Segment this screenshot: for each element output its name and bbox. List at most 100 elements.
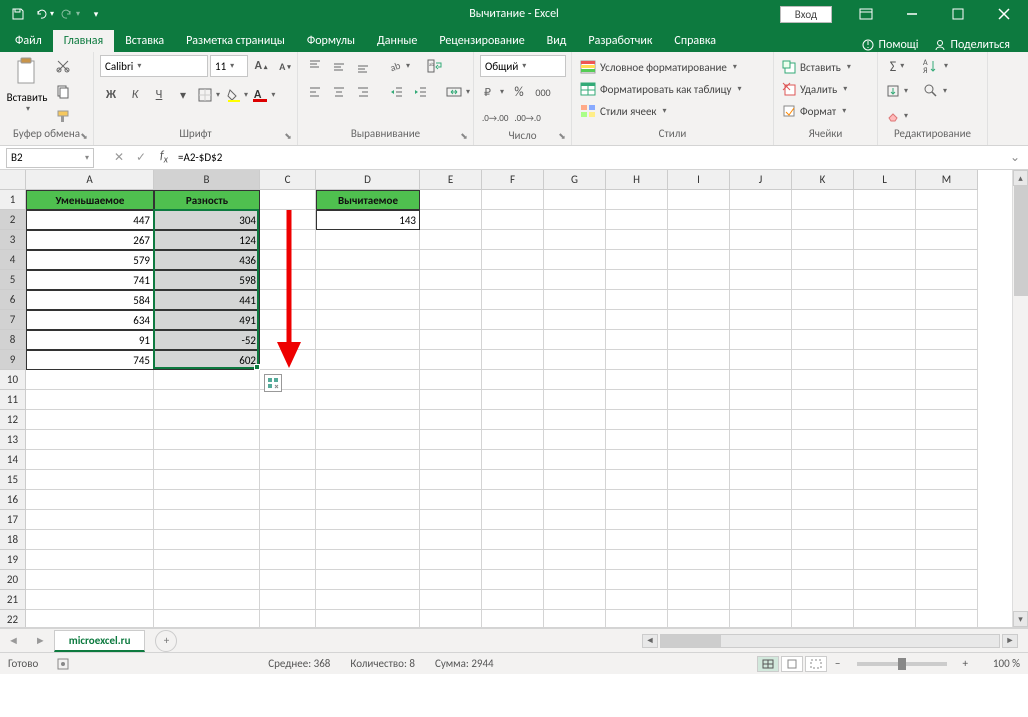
- cell-D14[interactable]: [316, 450, 420, 470]
- cell-styles-button[interactable]: Стили ячеек▾: [578, 101, 669, 121]
- cell-C18[interactable]: [260, 530, 316, 550]
- cell-M12[interactable]: [916, 410, 978, 430]
- zoom-out-icon[interactable]: −: [829, 657, 846, 670]
- cell-J7[interactable]: [730, 310, 792, 330]
- cell-H8[interactable]: [606, 330, 668, 350]
- cell-M21[interactable]: [916, 590, 978, 610]
- col-header-K[interactable]: K: [792, 170, 854, 190]
- cell-H3[interactable]: [606, 230, 668, 250]
- cell-L13[interactable]: [854, 430, 916, 450]
- cell-L5[interactable]: [854, 270, 916, 290]
- cell-D10[interactable]: [316, 370, 420, 390]
- cell-J8[interactable]: [730, 330, 792, 350]
- cell-B22[interactable]: [154, 610, 260, 628]
- cell-B14[interactable]: [154, 450, 260, 470]
- cell-F8[interactable]: [482, 330, 544, 350]
- cell-B19[interactable]: [154, 550, 260, 570]
- cell-E1[interactable]: [420, 190, 482, 210]
- cell-H14[interactable]: [606, 450, 668, 470]
- new-sheet-icon[interactable]: +: [155, 630, 177, 652]
- cell-E6[interactable]: [420, 290, 482, 310]
- cell-D6[interactable]: [316, 290, 420, 310]
- cell-I11[interactable]: [668, 390, 730, 410]
- cell-A11[interactable]: [26, 390, 154, 410]
- cell-K7[interactable]: [792, 310, 854, 330]
- cell-H11[interactable]: [606, 390, 668, 410]
- view-pagelayout-icon[interactable]: [781, 656, 803, 672]
- cell-A8[interactable]: 91: [26, 330, 154, 350]
- cell-H18[interactable]: [606, 530, 668, 550]
- row-header-15[interactable]: 15: [0, 470, 26, 490]
- cell-D9[interactable]: [316, 350, 420, 370]
- cell-E9[interactable]: [420, 350, 482, 370]
- tab-data[interactable]: Данные: [366, 30, 428, 52]
- copy-icon[interactable]: [52, 80, 74, 102]
- cell-L10[interactable]: [854, 370, 916, 390]
- sheet-nav-prev-icon[interactable]: ◄: [0, 634, 27, 647]
- cell-E14[interactable]: [420, 450, 482, 470]
- italic-button[interactable]: К: [124, 84, 146, 106]
- cell-J17[interactable]: [730, 510, 792, 530]
- cell-J16[interactable]: [730, 490, 792, 510]
- cell-L18[interactable]: [854, 530, 916, 550]
- cell-F22[interactable]: [482, 610, 544, 628]
- row-header-11[interactable]: 11: [0, 390, 26, 410]
- increase-decimal-icon[interactable]: .0→.00: [480, 107, 510, 129]
- cell-A17[interactable]: [26, 510, 154, 530]
- find-select-icon[interactable]: ▾: [920, 80, 950, 102]
- cell-L6[interactable]: [854, 290, 916, 310]
- cell-J22[interactable]: [730, 610, 792, 628]
- fill-color-icon[interactable]: ▾: [224, 84, 250, 106]
- cell-H12[interactable]: [606, 410, 668, 430]
- cell-I13[interactable]: [668, 430, 730, 450]
- cell-A12[interactable]: [26, 410, 154, 430]
- cell-E5[interactable]: [420, 270, 482, 290]
- decrease-decimal-icon[interactable]: .00→.0: [512, 107, 542, 129]
- cell-I12[interactable]: [668, 410, 730, 430]
- col-header-J[interactable]: J: [730, 170, 792, 190]
- cell-A18[interactable]: [26, 530, 154, 550]
- row-header-12[interactable]: 12: [0, 410, 26, 430]
- cell-E21[interactable]: [420, 590, 482, 610]
- cell-K4[interactable]: [792, 250, 854, 270]
- cell-C3[interactable]: [260, 230, 316, 250]
- cell-G13[interactable]: [544, 430, 606, 450]
- col-header-I[interactable]: I: [668, 170, 730, 190]
- cell-F13[interactable]: [482, 430, 544, 450]
- row-header-20[interactable]: 20: [0, 570, 26, 590]
- cancel-formula-icon[interactable]: ✕: [108, 150, 130, 165]
- zoom-value[interactable]: 100 %: [976, 657, 1020, 670]
- cell-J6[interactable]: [730, 290, 792, 310]
- cell-C22[interactable]: [260, 610, 316, 628]
- cell-L20[interactable]: [854, 570, 916, 590]
- cell-C19[interactable]: [260, 550, 316, 570]
- cell-L11[interactable]: [854, 390, 916, 410]
- cell-M6[interactable]: [916, 290, 978, 310]
- cell-J10[interactable]: [730, 370, 792, 390]
- col-header-A[interactable]: A: [26, 170, 154, 190]
- cell-H16[interactable]: [606, 490, 668, 510]
- col-header-D[interactable]: D: [316, 170, 420, 190]
- fill-icon[interactable]: ▾: [884, 80, 910, 102]
- cell-B5[interactable]: 598: [154, 270, 260, 290]
- cell-M14[interactable]: [916, 450, 978, 470]
- cell-F11[interactable]: [482, 390, 544, 410]
- cell-I19[interactable]: [668, 550, 730, 570]
- font-size-combo[interactable]: 11▾: [210, 55, 248, 77]
- cell-I9[interactable]: [668, 350, 730, 370]
- cell-L22[interactable]: [854, 610, 916, 628]
- comma-icon[interactable]: 000: [532, 81, 554, 103]
- cell-F14[interactable]: [482, 450, 544, 470]
- fx-icon[interactable]: fx: [160, 149, 174, 165]
- row-header-10[interactable]: 10: [0, 370, 26, 390]
- wrap-text-icon[interactable]: ab: [424, 55, 446, 77]
- undo-icon[interactable]: ▾: [32, 3, 56, 25]
- cell-E2[interactable]: [420, 210, 482, 230]
- cell-C4[interactable]: [260, 250, 316, 270]
- spreadsheet-grid[interactable]: ABCDEFGHIJKLM 12345678910111213141516171…: [0, 170, 1028, 628]
- row-header-19[interactable]: 19: [0, 550, 26, 570]
- select-all-corner[interactable]: [0, 170, 26, 190]
- cell-G6[interactable]: [544, 290, 606, 310]
- cell-C2[interactable]: [260, 210, 316, 230]
- cell-J21[interactable]: [730, 590, 792, 610]
